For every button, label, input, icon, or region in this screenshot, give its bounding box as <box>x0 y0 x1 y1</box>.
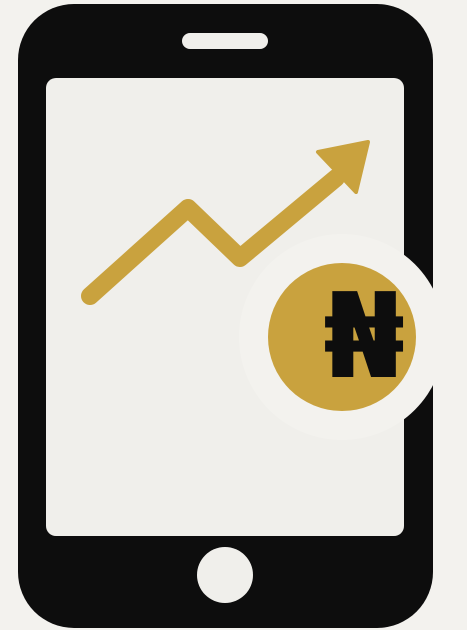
home-button <box>197 547 253 603</box>
icon-artwork: ₦ <box>18 4 445 628</box>
speaker-slot <box>182 33 268 49</box>
naira-coin-icon: ₦ <box>239 234 445 440</box>
smartphone-growth-naira-icon: ₦ <box>0 0 467 630</box>
naira-symbol: ₦ <box>323 267 405 405</box>
